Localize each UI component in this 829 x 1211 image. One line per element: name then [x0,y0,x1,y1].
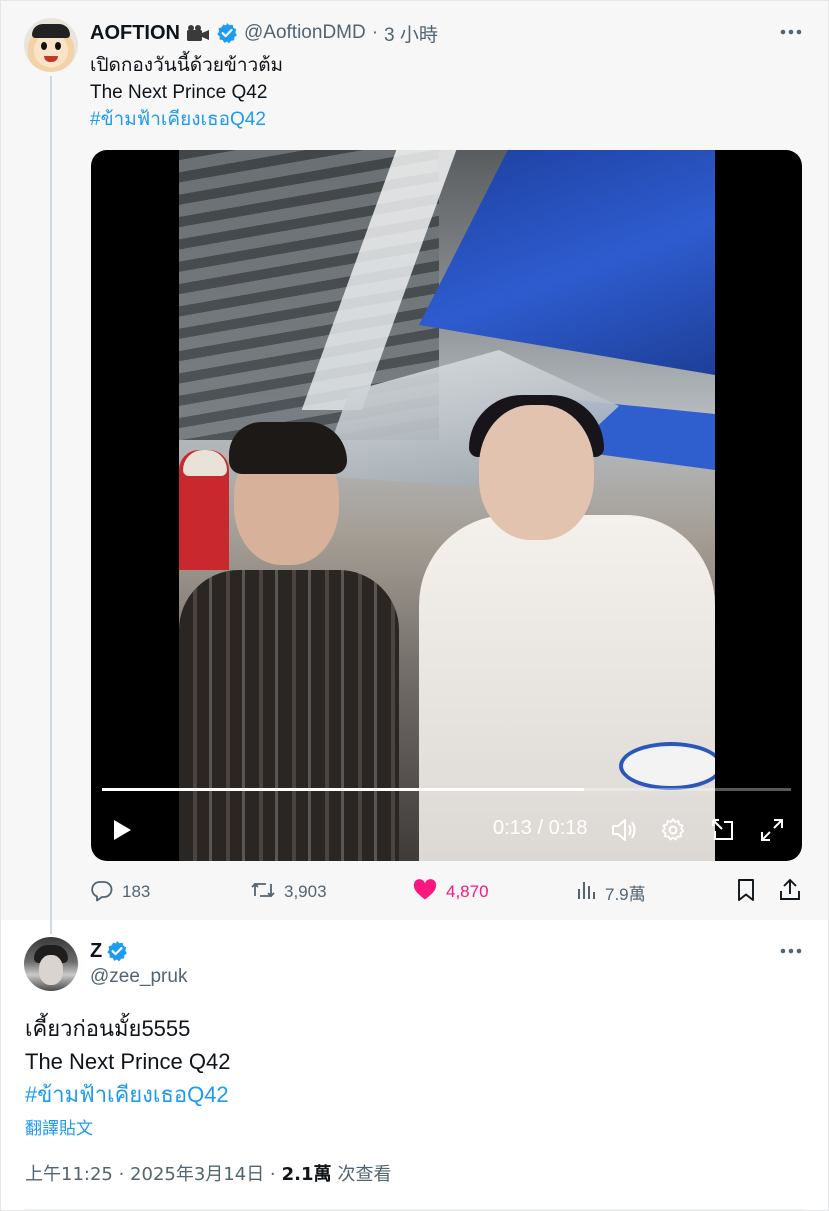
author-name[interactable]: AOFTION [90,22,180,45]
translate-post-link[interactable]: 翻譯貼文 [25,1114,93,1139]
timestamp[interactable]: 上午11:25 · 2025年3月14日 · [25,1160,276,1186]
views-count: 7.9萬 [605,884,646,904]
hashtag-link[interactable]: #ข้ามฟ้าเคียงเธอQ42 [90,106,283,133]
author-name[interactable]: Z [90,940,102,963]
settings-gear-icon[interactable] [658,810,688,850]
like-button[interactable]: 4,870 [412,876,489,908]
share-icon [778,877,802,908]
volume-icon[interactable] [609,810,639,850]
more-options-icon[interactable] [778,941,804,961]
tweet-line-2: The Next Prince Q42 [90,82,268,103]
reply-icon [90,878,114,907]
video-frame[interactable] [179,150,715,861]
tweet-line-2: The Next Prince Q42 [25,1049,231,1074]
avatar[interactable] [24,18,78,72]
video-progress-bar[interactable] [102,788,791,791]
more-options-icon[interactable] [778,22,804,42]
share-button[interactable] [778,876,802,908]
tweet-text: เคี้ยวก่อนมั้ย5555 The Next Prince Q42 #… [25,1012,230,1111]
reply-button[interactable]: 183 [90,876,150,908]
picture-in-picture-icon[interactable] [708,810,738,850]
repost-icon [250,878,276,907]
video-player[interactable]: 0:13 / 0:18 [91,150,802,861]
avatar[interactable] [24,937,78,991]
tweet-line-1: เคี้ยวก่อนมั้ย5555 [25,1016,191,1041]
author-row: Z [90,938,128,964]
author-handle[interactable]: @zee_pruk [90,966,187,988]
views-button[interactable]: 7.9萬 [575,876,646,908]
reply-count: 183 [122,882,151,901]
fullscreen-icon[interactable] [757,810,787,850]
repost-count: 3,903 [284,882,327,901]
heart-filled-icon [412,878,438,907]
bar-chart-icon [575,878,597,907]
author-row: AOFTION @AoftionDMD · 3 小時 [90,20,438,46]
tweet-text: เปิดกองวันนี้ด้วยข้าวต้ม The Next Prince… [90,52,283,133]
video-time: 0:13 / 0:18 [493,817,588,839]
bookmark-button[interactable] [735,876,757,908]
verified-badge-icon[interactable] [216,22,238,44]
verified-badge-icon[interactable] [106,940,128,962]
post-time[interactable]: 3 小時 [384,20,438,47]
like-count: 4,870 [446,882,489,901]
author-handle[interactable]: @AoftionDMD [244,22,366,44]
divider [25,1209,805,1210]
camera-icon [186,24,210,42]
hashtag-link[interactable]: #ข้ามฟ้าเคียงเธอQ42 [25,1078,230,1111]
bookmark-icon [735,877,757,908]
thread-line [50,76,52,934]
play-icon[interactable] [109,810,135,850]
tweet-line-1: เปิดกองวันนี้ด้วยข้าวต้ม [90,55,284,76]
separator-dot: · [371,22,379,43]
parent-tweet[interactable]: AOFTION @AoftionDMD · 3 小時 เปิดกองวันนี้… [0,0,829,934]
views-label: 次查看 [337,1164,392,1185]
repost-button[interactable]: 3,903 [250,876,327,908]
views-count: 2.1萬 [281,1164,332,1185]
tweet-meta: 上午11:25 · 2025年3月14日 · 2.1萬 次查看 [25,1160,392,1186]
video-progress-fill [102,788,585,791]
tweet-actions: 183 3,903 4,870 7.9萬 [90,876,804,908]
video-controls: 0:13 / 0:18 [91,810,802,850]
